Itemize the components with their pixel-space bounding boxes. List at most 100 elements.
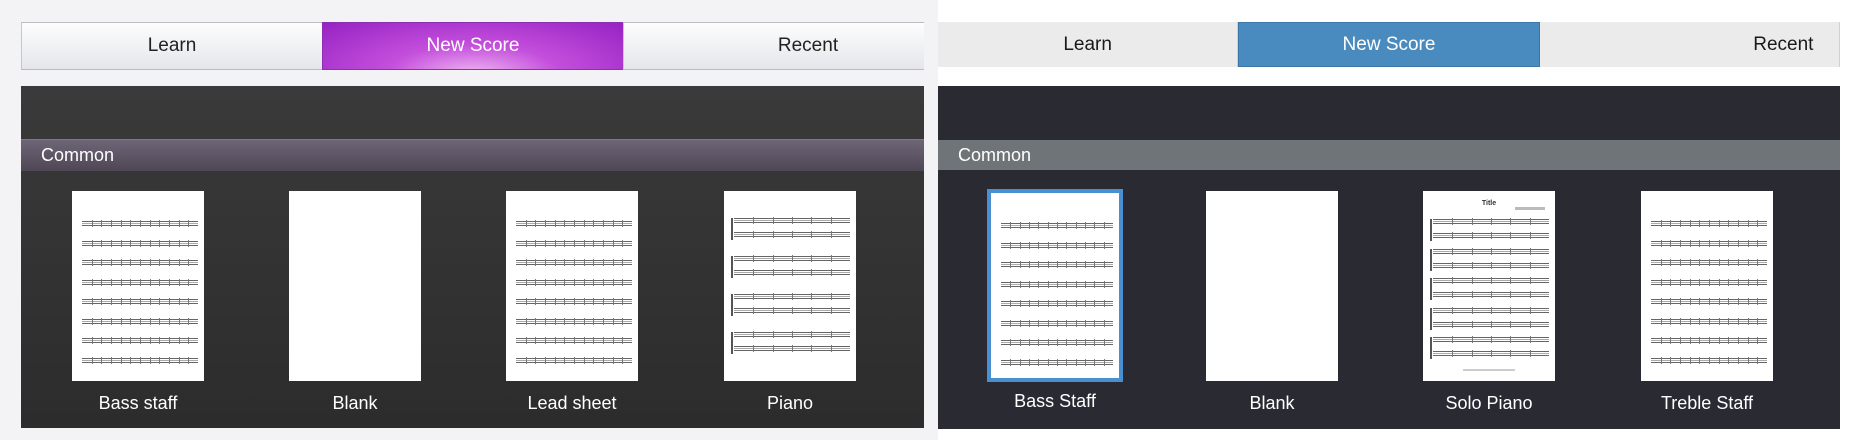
staff-line	[1433, 247, 1549, 255]
template-blank[interactable]: Blank	[255, 191, 455, 414]
staff-line	[516, 239, 632, 247]
grand-staff-system	[731, 217, 850, 240]
section-title: Common	[41, 145, 115, 165]
staff-line	[1001, 300, 1113, 307]
template-lead-sheet[interactable]: Lead sheet	[472, 191, 672, 414]
staff-line	[516, 337, 632, 344]
staff-line	[516, 317, 632, 325]
staff-line	[516, 220, 632, 227]
right-score-chooser-panel: Learn New Score Recent Common Bass Staff…	[938, 0, 1850, 440]
staff-line	[734, 331, 850, 338]
template-label: Treble Staff	[1660, 393, 1754, 413]
section-header: Common	[938, 140, 1840, 170]
staff-line	[1651, 356, 1767, 364]
staff-line	[1001, 319, 1113, 327]
staff-line	[1651, 278, 1767, 286]
staff-line	[1001, 339, 1113, 346]
grand-staff-system	[1430, 247, 1549, 271]
template-solo-piano[interactable]: Title Solo Piano	[1389, 191, 1589, 414]
section-title: Common	[958, 144, 1032, 165]
staff-line	[734, 231, 850, 238]
system-brace	[1430, 278, 1432, 300]
score-title: Title	[1481, 200, 1497, 207]
staff-line	[516, 278, 632, 286]
score-thumbnail	[724, 191, 856, 381]
template-blank[interactable]: Blank	[1172, 191, 1372, 414]
staff-line	[734, 255, 850, 262]
score-thumbnail	[506, 191, 638, 381]
grand-staff-system	[1430, 277, 1549, 300]
staff-line	[82, 356, 198, 364]
staff-line	[1433, 261, 1549, 269]
system-brace	[1430, 219, 1432, 241]
staff-line	[1433, 350, 1549, 357]
template-label: Bass staff	[98, 393, 178, 413]
staff-line	[1433, 320, 1549, 328]
tab-label: Learn	[1063, 33, 1112, 55]
score-thumbnail	[1641, 191, 1773, 381]
tab-label: Recent	[1753, 33, 1814, 55]
composer-line	[1515, 207, 1545, 210]
tab-learn[interactable]: Learn	[938, 22, 1239, 67]
staff-line	[734, 307, 850, 314]
system-brace	[731, 256, 733, 278]
staff-line	[516, 259, 632, 266]
staff-line	[82, 278, 198, 286]
staff-line	[734, 345, 850, 352]
staff-line	[82, 239, 198, 247]
tab-label: New Score	[426, 35, 520, 56]
template-treble-staff[interactable]: Treble Staff	[1607, 191, 1807, 414]
grand-staff-system	[731, 293, 850, 316]
template-label: Blank	[332, 393, 378, 413]
score-thumbnail	[72, 191, 204, 381]
system-brace	[731, 332, 733, 354]
staff-line	[1433, 277, 1549, 284]
staff-line	[1433, 232, 1549, 239]
staff-line	[1001, 358, 1113, 366]
score-thumbnail	[289, 191, 421, 381]
score-thumbnail	[1206, 191, 1338, 381]
tab-bar: Learn New Score Recent	[938, 22, 1840, 67]
staff-line	[82, 317, 198, 325]
system-brace	[1430, 337, 1432, 359]
template-label: Solo Piano	[1445, 393, 1533, 413]
score-thumbnail	[987, 189, 1123, 382]
template-label: Blank	[1249, 393, 1295, 413]
tab-learn[interactable]: Learn	[21, 22, 322, 70]
tab-recent[interactable]: Recent	[1539, 22, 1840, 67]
tab-new-score[interactable]: New Score	[1238, 22, 1540, 67]
system-brace	[731, 218, 733, 240]
template-piano[interactable]: Piano	[690, 191, 890, 414]
tab-label: New Score	[1342, 33, 1436, 55]
template-label: Lead sheet	[527, 393, 617, 413]
template-bass-staff[interactable]: Bass staff	[38, 191, 238, 414]
staff-line	[1433, 218, 1549, 225]
staff-line	[1001, 261, 1113, 268]
staff-line	[516, 356, 632, 364]
template-label: Piano	[766, 393, 814, 413]
staff-line	[82, 298, 198, 305]
system-brace	[1430, 248, 1432, 271]
staff-line	[1651, 259, 1767, 266]
staff-line	[1651, 220, 1767, 227]
staff-line	[82, 337, 198, 344]
staff-line	[1001, 241, 1113, 249]
staff-line	[1651, 298, 1767, 305]
staff-line	[1651, 337, 1767, 344]
grand-staff-system	[731, 331, 850, 354]
template-label: Bass Staff	[1014, 391, 1096, 411]
tab-new-score[interactable]: New Score	[322, 22, 623, 70]
staff-line	[82, 259, 198, 266]
staff-line	[516, 298, 632, 305]
grand-staff-system	[731, 255, 850, 278]
score-thumbnail: Title	[1423, 191, 1555, 381]
tab-recent[interactable]: Recent	[623, 22, 924, 70]
staff-line	[1433, 306, 1549, 314]
tab-label: Learn	[147, 35, 197, 56]
template-bass-staff[interactable]: Bass Staff	[955, 189, 1155, 412]
staff-line	[1433, 336, 1549, 343]
staff-line	[734, 293, 850, 300]
section-header: Common	[21, 139, 924, 171]
left-score-chooser-panel: Learn New Score Recent Common Bass staff…	[0, 0, 938, 440]
staff-line	[1001, 222, 1113, 229]
